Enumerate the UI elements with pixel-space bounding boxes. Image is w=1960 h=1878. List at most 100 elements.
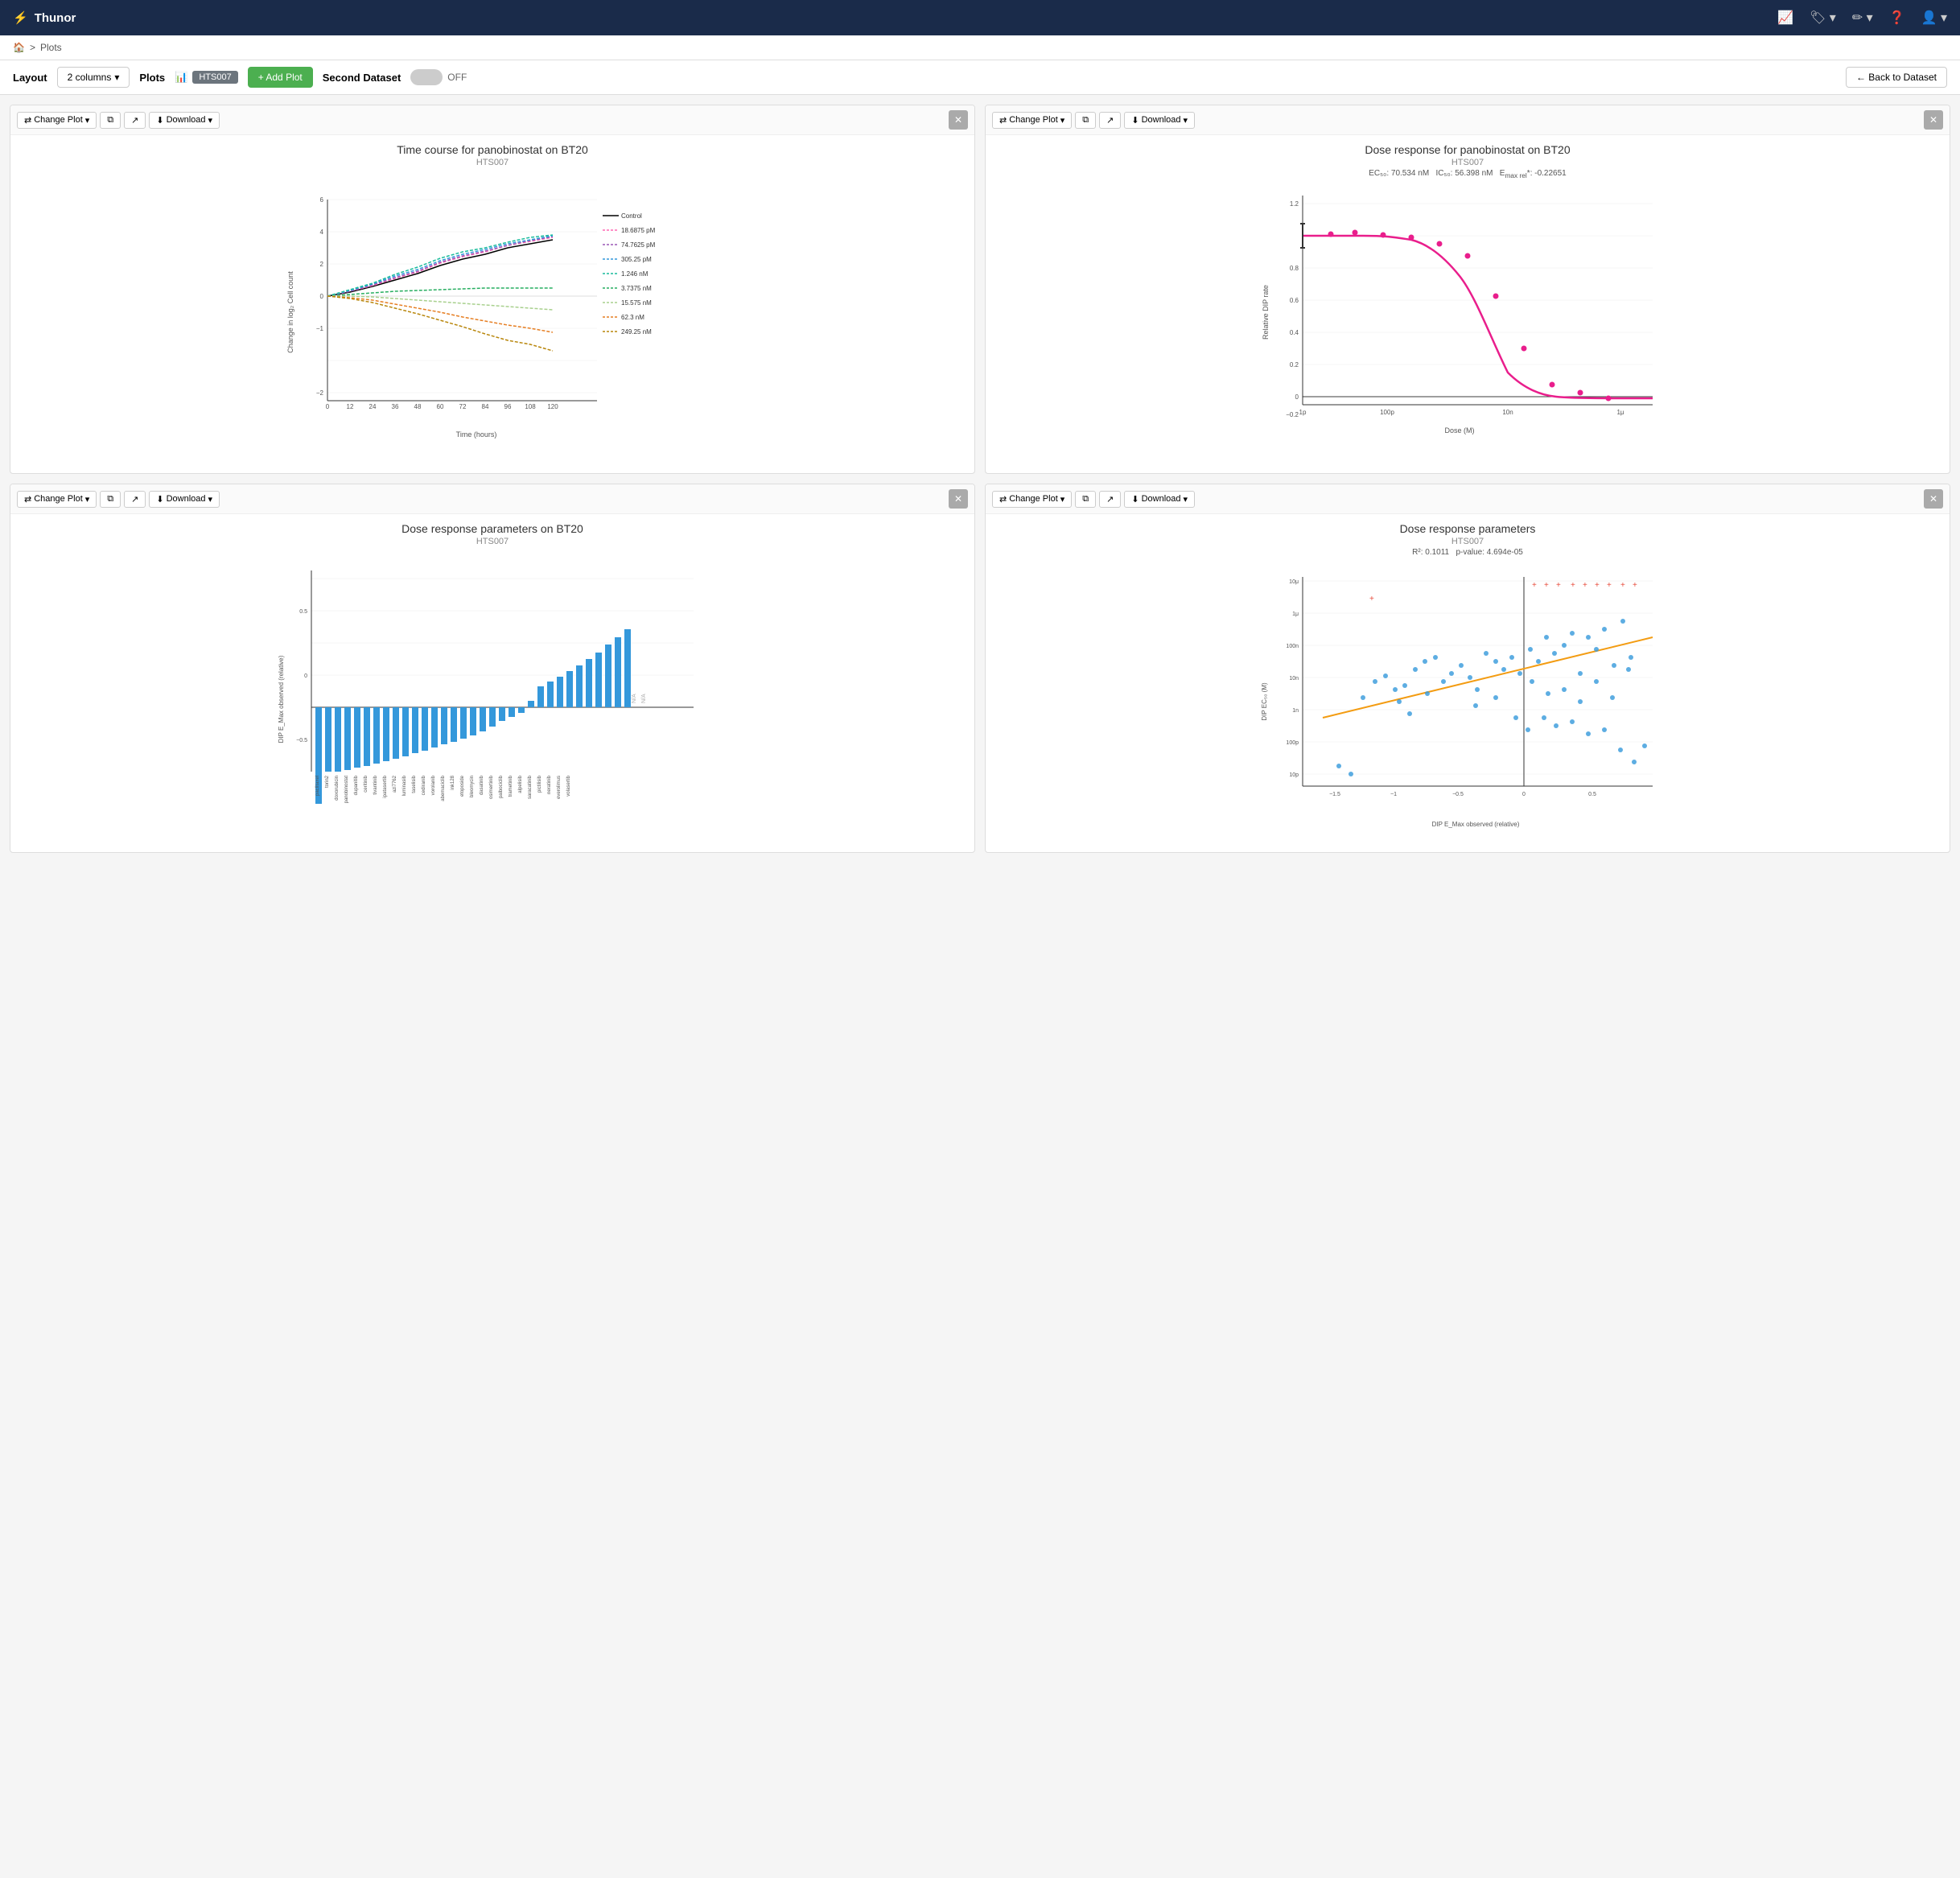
dataset-plots-label: 📊 HTS007 [175,71,238,84]
svg-text:100n: 100n [1286,644,1299,649]
back-button-label: ← Back to Dataset [1856,72,1937,83]
svg-text:ink128: ink128 [451,775,455,789]
edit-nav-icon[interactable]: ✏ ▾ [1852,10,1873,26]
layout-dropdown[interactable]: 2 columns ▾ [57,67,130,88]
help-nav-icon[interactable]: ❓ [1889,10,1905,26]
external-link-button-1[interactable]: ↗ [124,112,146,129]
download-icon-1: ⬇ [156,115,163,126]
change-plot-button-3[interactable]: ⇄ Change Plot ▾ [17,491,97,508]
copy-button-3[interactable]: ⧉ [100,491,121,508]
second-dataset-toggle[interactable]: OFF [410,69,467,85]
chart-nav-icon[interactable]: 📈 [1777,10,1793,26]
copy-button-4[interactable]: ⧉ [1075,491,1096,508]
svg-text:+: + [1544,581,1549,590]
svg-text:N/A: N/A [641,694,647,703]
chart-subtitle-3: HTS007 [10,537,974,546]
svg-text:+: + [1556,581,1561,590]
copy-button-1[interactable]: ⧉ [100,112,121,129]
change-plot-button-4[interactable]: ⇄ Change Plot ▾ [992,491,1072,508]
second-dataset-label: Second Dataset [323,72,401,84]
change-plot-icon-1: ⇄ [24,115,31,126]
svg-text:−1.5: −1.5 [1329,792,1340,797]
download-icon-4: ⬇ [1131,494,1139,505]
close-button-2[interactable]: ✕ [1924,110,1943,130]
chart-subtitle-2: HTS007 [986,158,1950,167]
download-icon-3: ⬇ [156,494,163,505]
svg-text:+: + [1532,581,1537,590]
svg-text:1μ: 1μ [1616,409,1624,416]
svg-text:12: 12 [347,403,354,410]
svg-text:1μ: 1μ [1292,612,1299,617]
change-plot-label-1: Change Plot [34,115,83,125]
svg-text:osimertinib: osimertinib [489,775,494,799]
svg-text:paclitaxel: paclitaxel [315,776,320,796]
tag-nav-icon[interactable]: 🏷 ▾ [1810,10,1836,26]
close-button-3[interactable]: ✕ [949,489,968,509]
download-button-3[interactable]: ⬇ Download ▾ [149,491,220,508]
change-plot-label-3: Change Plot [34,494,83,504]
download-button-4[interactable]: ⬇ Download ▾ [1124,491,1195,508]
chevron-down-icon: ▾ [114,72,119,83]
svg-text:everolimus: everolimus [557,776,562,799]
plot-toolbar-1: ⇄ Change Plot ▾ ⧉ ↗ ⬇ Download ▾ ✕ [10,105,974,135]
external-link-button-2[interactable]: ↗ [1099,112,1121,129]
change-plot-button-1[interactable]: ⇄ Change Plot ▾ [17,112,97,129]
svg-text:+: + [1571,581,1575,590]
svg-text:−0.2: −0.2 [1286,411,1299,418]
layout-label: Layout [13,72,47,84]
svg-text:96: 96 [504,403,512,410]
svg-text:+: + [1595,581,1600,590]
svg-text:+: + [1633,581,1637,590]
external-link-icon-1: ↗ [131,115,138,126]
svg-text:N/A: N/A [632,694,637,703]
svg-text:48: 48 [414,403,422,410]
svg-text:305.25 pM: 305.25 pM [621,256,652,263]
plot-card-1: ⇄ Change Plot ▾ ⧉ ↗ ⬇ Download ▾ ✕ Time … [10,105,975,474]
svg-text:+: + [1369,595,1374,603]
add-plot-button[interactable]: + Add Plot [248,67,313,88]
svg-text:saracatinib: saracatinib [528,775,533,799]
dose-response-chart: Relative DIP rate Dose (M) 1.2 0.8 0.6 0… [986,179,1950,437]
svg-text:+: + [1583,581,1587,590]
download-chevron-3: ▾ [208,494,213,505]
app-brand: ⚡ Thunor [13,10,76,25]
close-button-4[interactable]: ✕ [1924,489,1943,509]
svg-text:1.2: 1.2 [1290,200,1299,208]
user-nav-icon[interactable]: 👤 ▾ [1921,10,1947,26]
svg-text:Time (hours): Time (hours) [456,430,497,439]
svg-text:volasertib: volasertib [566,775,571,796]
download-button-2[interactable]: ⬇ Download ▾ [1124,112,1195,129]
breadcrumb-home[interactable]: 🏠 [13,42,25,53]
chart-subtitle-1: HTS007 [10,158,974,167]
svg-text:−1: −1 [316,325,324,332]
svg-text:cediranib: cediranib [422,775,426,795]
external-link-button-3[interactable]: ↗ [124,491,146,508]
back-to-dataset-button[interactable]: ← Back to Dataset [1846,67,1947,88]
svg-text:doxorubicin: doxorubicin [335,776,340,801]
chart-info-2: EC₅₀: 70.534 nM IC₅₀: 56.398 nM Emax rel… [986,169,1950,179]
svg-text:luminasib: luminasib [402,775,407,796]
change-plot-chevron-4: ▾ [1060,494,1065,505]
svg-text:10μ: 10μ [1289,579,1299,585]
chart-subtitle-4: HTS007 [986,537,1950,546]
svg-text:0: 0 [320,293,324,300]
breadcrumb-separator: > [30,42,35,53]
close-button-1[interactable]: ✕ [949,110,968,130]
copy-button-2[interactable]: ⧉ [1075,112,1096,129]
change-plot-button-2[interactable]: ⇄ Change Plot ▾ [992,112,1072,129]
svg-text:dasatinib: dasatinib [480,775,484,795]
svg-text:+: + [1607,581,1612,590]
copy-icon-1: ⧉ [107,115,113,126]
toggle-switch[interactable] [410,69,443,85]
svg-text:108: 108 [525,403,536,410]
change-plot-icon-4: ⇄ [999,494,1007,505]
svg-text:249.25 nM: 249.25 nM [621,328,652,336]
plot-card-3: ⇄ Change Plot ▾ ⧉ ↗ ⬇ Download ▾ ✕ Dose … [10,484,975,853]
svg-text:10p: 10p [1289,772,1299,778]
svg-text:18.6875 pM: 18.6875 pM [621,227,656,234]
download-button-1[interactable]: ⬇ Download ▾ [149,112,220,129]
svg-text:6: 6 [320,196,324,204]
external-link-button-4[interactable]: ↗ [1099,491,1121,508]
app-name: Thunor [35,11,76,25]
svg-text:−2: −2 [316,389,324,397]
